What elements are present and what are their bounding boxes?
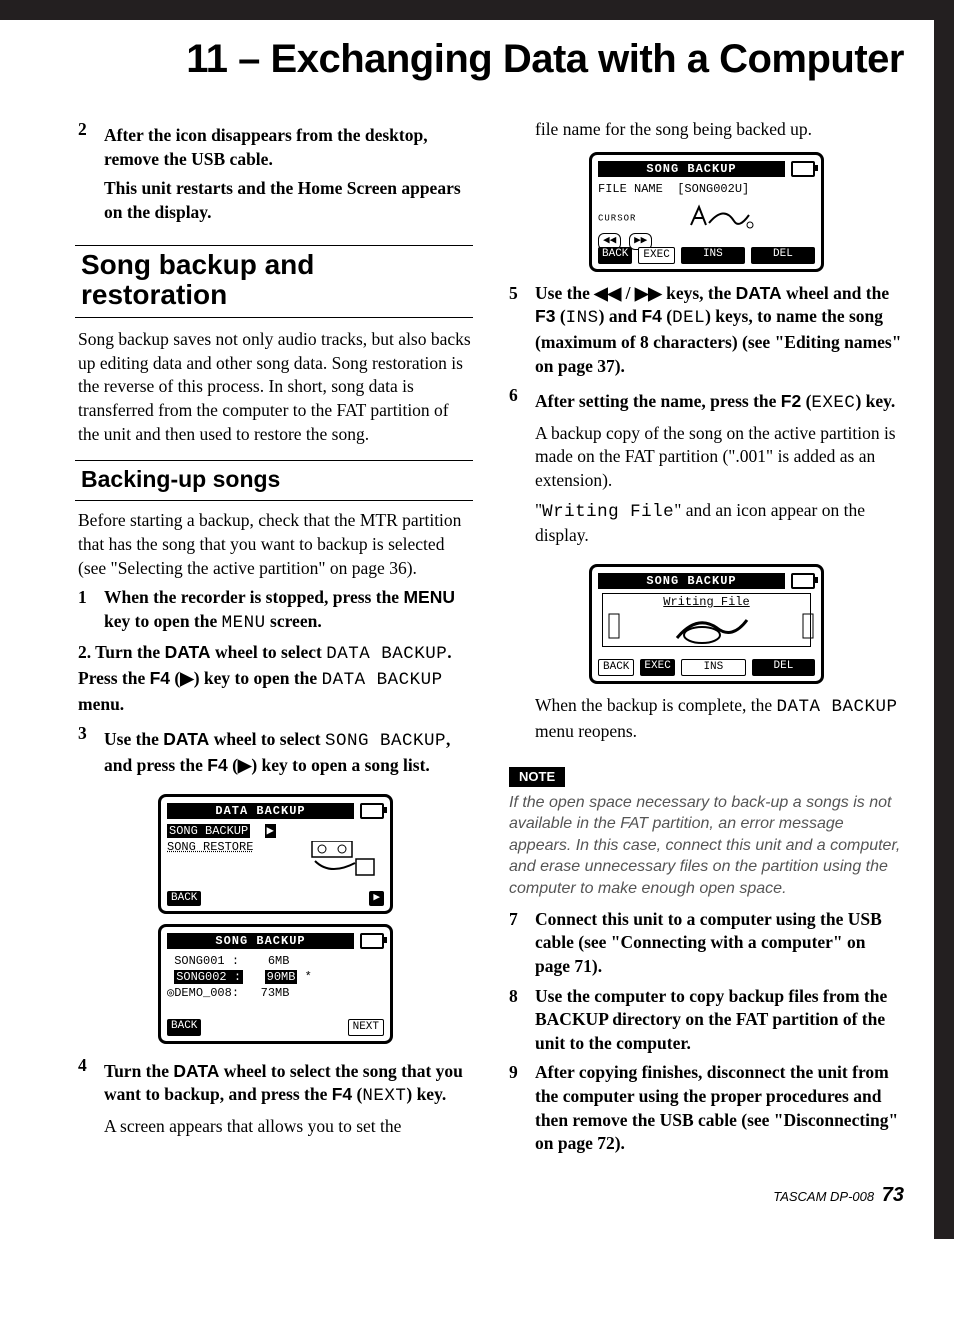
step-number: 5	[509, 282, 523, 379]
columns: 2 After the icon disappears from the des…	[78, 112, 904, 1209]
step-number: 1	[78, 586, 92, 635]
step-number: 3	[78, 722, 92, 783]
step1-text: When the recorder is stopped, press the …	[104, 586, 473, 635]
battery-icon	[791, 161, 815, 177]
tape-icon	[310, 841, 380, 881]
subsection-heading: Backing-up songs	[75, 460, 473, 501]
step2-text: 2. Turn the DATA wheel to select DATA BA…	[78, 641, 473, 716]
left-column: 2 After the icon disappears from the des…	[78, 112, 473, 1209]
continuation-text: file name for the song being backed up.	[535, 118, 904, 142]
note-label: NOTE	[509, 767, 565, 787]
paragraph: When the backup is complete, the DATA BA…	[535, 694, 904, 743]
step-number: 4	[78, 1054, 92, 1145]
step2-text1: After the icon disappears from the deskt…	[104, 124, 473, 171]
lcd-song-list: SONG BACKUP SONG001 : 6MB SONG002 : 90MB…	[158, 924, 393, 1044]
lcd-data-backup-menu: DATA BACKUP SONG BACKUP ▶ SONG RESTORE B…	[158, 794, 393, 914]
battery-icon	[360, 933, 384, 949]
cursor-squiggle-icon	[644, 203, 754, 231]
note-text: If the open space necessary to back-up a…	[509, 792, 904, 900]
step-number: 2	[78, 118, 92, 231]
step4-text: Turn the DATA wheel to select the song t…	[104, 1054, 473, 1145]
step2-text2: This unit restarts and the Home Screen a…	[104, 177, 473, 224]
step-number: 6	[509, 384, 523, 554]
battery-icon	[791, 573, 815, 589]
step8-text: Use the computer to copy backup files fr…	[535, 985, 904, 1056]
step9-text: After copying finishes, disconnect the u…	[535, 1061, 904, 1156]
chapter-title: 11 – Exchanging Data with a Computer	[78, 37, 904, 82]
step-number: 9	[509, 1061, 523, 1156]
page-footer: TASCAM DP-008 73	[509, 1182, 904, 1209]
step6-text: After setting the name, press the F2 (EX…	[535, 384, 904, 554]
paragraph: Before starting a backup, check that the…	[78, 509, 473, 580]
writing-icon	[607, 610, 817, 646]
lcd-filename-edit: SONG BACKUP FILE NAME [SONG002U] CURSOR …	[589, 152, 824, 272]
section-heading: Song backup and restoration	[75, 245, 473, 319]
right-column: file name for the song being backed up. …	[509, 112, 904, 1209]
step7-text: Connect this unit to a computer using th…	[535, 908, 904, 979]
paragraph: Song backup saves not only audio tracks,…	[78, 328, 473, 446]
step3-text: Use the DATA wheel to select SONG BACKUP…	[104, 722, 473, 783]
step-number: 8	[509, 985, 523, 1056]
step5-text: Use the ◀◀ / ▶▶ keys, the DATA wheel and…	[535, 282, 904, 379]
battery-icon	[360, 803, 384, 819]
lcd-writing-file: SONG BACKUP Writing File BACK EXEC IN	[589, 564, 824, 684]
step-number: 7	[509, 908, 523, 979]
